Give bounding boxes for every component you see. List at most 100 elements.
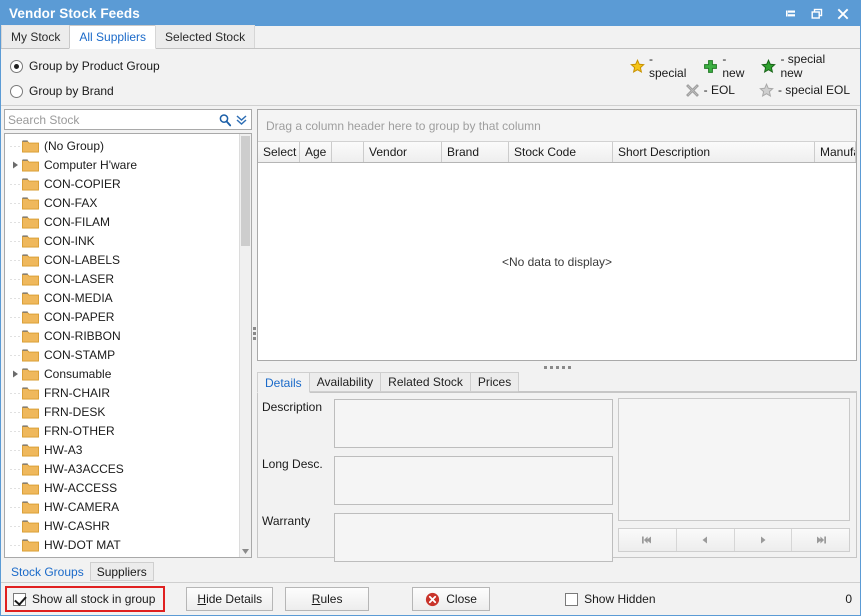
vendor-stock-feeds-window: Vendor Stock Feeds My Stock All Supplier…	[0, 0, 861, 616]
tab-selected-stock[interactable]: Selected Stock	[155, 25, 255, 48]
tree-item[interactable]: ···CON-STAMP	[5, 345, 251, 364]
tree-item[interactable]: ···CON-RIBBON	[5, 326, 251, 345]
tree-item[interactable]: ···HW-DOT MAT	[5, 535, 251, 554]
show-all-stock-checkbox-box	[13, 593, 26, 606]
tree-item[interactable]: ··· CON-FAX	[5, 193, 251, 212]
pin-icon[interactable]	[784, 7, 798, 21]
close-circle-icon	[425, 592, 440, 607]
grid-column-header[interactable]: Vendor	[364, 142, 442, 162]
tree-expander-icon[interactable]	[9, 158, 22, 171]
hide-details-mnemonic: H	[197, 592, 206, 606]
grid-column-header-label: Vendor	[369, 145, 407, 159]
tree-expander-icon[interactable]	[9, 367, 22, 380]
show-all-stock-checkbox[interactable]: Show all stock in group	[5, 586, 165, 612]
tree-indent-guide: ···	[9, 198, 22, 208]
radio-label-product-group: Group by Product Group	[29, 59, 160, 73]
grid-column-header[interactable]: Stock Code	[509, 142, 613, 162]
tree-indent-guide: ···	[9, 426, 22, 436]
details-tab-related-stock[interactable]: Related Stock	[380, 372, 471, 392]
grid-column-header[interactable]: Select	[258, 142, 300, 162]
star-yellow-icon	[630, 59, 645, 74]
tree-item-label: CON-INK	[44, 234, 95, 248]
restore-icon[interactable]	[810, 7, 824, 21]
left-panel-tabs: Stock Groups Suppliers	[4, 562, 252, 581]
tree-item[interactable]: ···CON-LASER	[5, 269, 251, 288]
tree-item[interactable]: ···FRN-OTHER	[5, 421, 251, 440]
show-hidden-label: Show Hidden	[584, 592, 655, 606]
tree-item[interactable]: ···CON-FILAM	[5, 212, 251, 231]
tree-vertical-scrollbar[interactable]	[239, 134, 251, 557]
tree-item[interactable]: Computer H'ware	[5, 155, 251, 174]
tree-item[interactable]: ···HW-CAMERA	[5, 497, 251, 516]
grid-column-header-label: Select	[263, 145, 296, 159]
close-icon[interactable]	[836, 7, 850, 21]
grid-column-header[interactable]	[332, 142, 364, 162]
grid-column-header-label: Age	[305, 145, 326, 159]
tree-item[interactable]: ···CON-PAPER	[5, 307, 251, 326]
tree-item[interactable]: ···HW-A3ACCES	[5, 459, 251, 478]
grid-group-panel[interactable]: Drag a column header here to group by th…	[258, 110, 856, 142]
tree-item[interactable]: ···HW-CASHR	[5, 516, 251, 535]
grid-column-header[interactable]: Manufacturers#	[815, 142, 856, 162]
tree-item-label: CON-FILAM	[44, 215, 110, 229]
legend-row-1: - special - new - special new	[620, 54, 850, 78]
tree-item-label: CON-RIBBON	[44, 329, 121, 343]
tab-all-suppliers[interactable]: All Suppliers	[69, 25, 156, 49]
details-tab-prices[interactable]: Prices	[470, 372, 519, 392]
stock-group-tree[interactable]: ···(No Group)Computer H'ware···CON-COPIE…	[4, 133, 252, 558]
hide-details-button[interactable]: Hide Details	[186, 587, 273, 611]
image-preview	[618, 398, 850, 521]
details-tab-availability[interactable]: Availability	[309, 372, 381, 392]
tree-scrollbar-thumb[interactable]	[241, 136, 250, 246]
chevron-double-down-icon[interactable]	[233, 112, 249, 128]
folder-icon	[22, 424, 39, 438]
tree-item[interactable]: ···CON-COPIER	[5, 174, 251, 193]
legend-item-special-eol: - special EOL	[759, 83, 850, 98]
tree-item[interactable]: ···HW-ACCESS	[5, 478, 251, 497]
tree-item[interactable]: ···HW-FAX	[5, 554, 251, 558]
tree-indent-guide: ···	[9, 350, 22, 360]
tree-item[interactable]: ···CON-INK	[5, 231, 251, 250]
grid-column-header[interactable]: Age	[300, 142, 332, 162]
tree-item[interactable]: ···(No Group)	[5, 136, 251, 155]
radio-label-brand: Group by Brand	[29, 84, 114, 98]
tree-item[interactable]: ···HW-A3	[5, 440, 251, 459]
star-green-icon	[761, 59, 776, 74]
horizontal-splitter-grip-dots	[544, 366, 571, 369]
tab-my-stock[interactable]: My Stock	[1, 25, 70, 48]
tree-indent-guide: ···	[9, 540, 22, 550]
close-button-label: Close	[446, 592, 477, 606]
grid-column-header[interactable]: Brand	[442, 142, 509, 162]
tree-item-label: HW-ACCESS	[44, 481, 117, 495]
search-input[interactable]	[8, 111, 217, 128]
nav-next-button[interactable]	[735, 529, 793, 551]
long-desc-field[interactable]	[334, 456, 613, 505]
nav-first-button[interactable]	[619, 529, 677, 551]
details-tab-content: Description Long Desc. Warranty	[257, 393, 857, 558]
rules-button[interactable]: Rules	[285, 587, 369, 611]
grid-column-header[interactable]: Short Description	[613, 142, 815, 162]
label-description: Description	[262, 399, 334, 448]
nav-last-button[interactable]	[792, 529, 849, 551]
tree-indent-guide: ···	[9, 407, 22, 417]
nav-prev-button[interactable]	[677, 529, 735, 551]
tree-item[interactable]: Consumable	[5, 364, 251, 383]
search-icon[interactable]	[217, 112, 233, 128]
close-button[interactable]: Close	[412, 587, 490, 611]
tree-item-label: CON-FAX	[44, 196, 97, 210]
tree-item[interactable]: ···CON-MEDIA	[5, 288, 251, 307]
left-tab-stock-groups[interactable]: Stock Groups	[4, 562, 91, 581]
warranty-field[interactable]	[334, 513, 613, 562]
legend-label-special-eol: - special EOL	[778, 83, 850, 97]
tree-item[interactable]: ···FRN-DESK	[5, 402, 251, 421]
left-tab-suppliers[interactable]: Suppliers	[90, 562, 154, 581]
details-tab-details[interactable]: Details	[257, 372, 310, 393]
stock-groups-panel: ···(No Group)Computer H'ware···CON-COPIE…	[4, 109, 252, 558]
show-hidden-checkbox[interactable]: Show Hidden	[565, 592, 655, 606]
tree-item[interactable]: ···FRN-CHAIR	[5, 383, 251, 402]
tree-item-label: CON-LABELS	[44, 253, 120, 267]
grid-column-header-label: Brand	[447, 145, 479, 159]
description-field[interactable]	[334, 399, 613, 448]
tree-item[interactable]: ···CON-LABELS	[5, 250, 251, 269]
scroll-down-arrow-icon[interactable]	[240, 546, 251, 557]
